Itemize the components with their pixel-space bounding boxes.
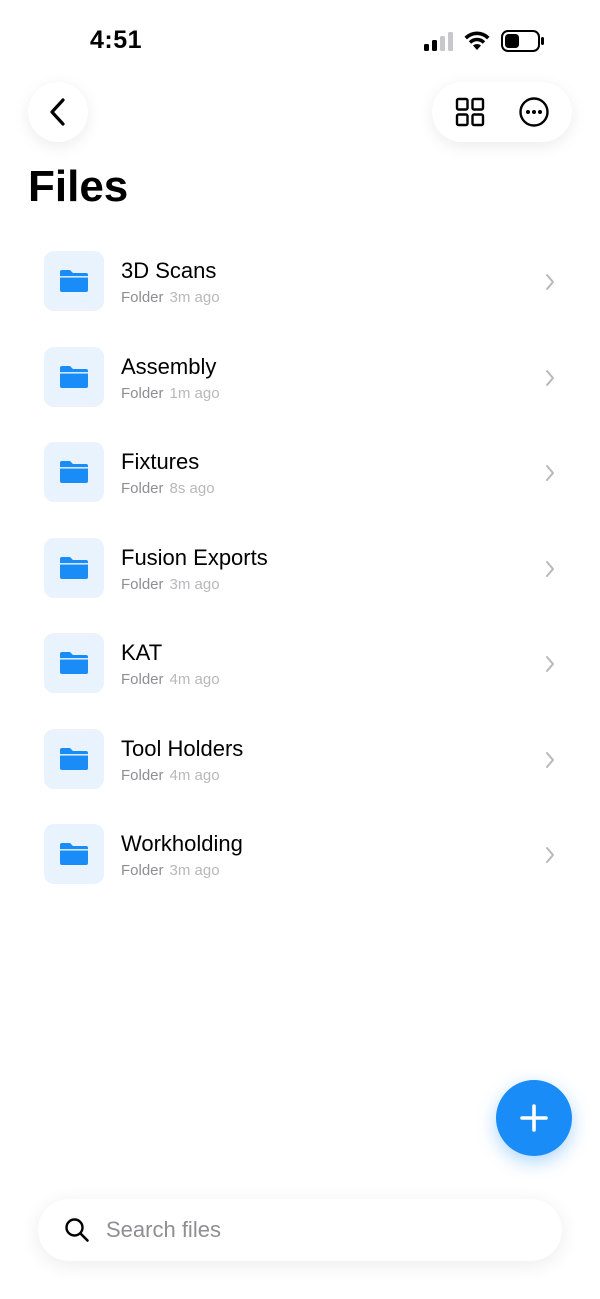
status-indicators xyxy=(424,30,545,52)
file-meta: Folder 3m ago xyxy=(121,289,220,306)
list-item[interactable]: 3D Scans Folder 3m ago xyxy=(0,234,600,330)
file-modified: 3m ago xyxy=(169,289,220,306)
file-meta: Folder 8s ago xyxy=(121,480,215,497)
search-input[interactable] xyxy=(104,1216,508,1244)
plus-icon xyxy=(520,1104,548,1132)
folder-icon xyxy=(60,652,88,674)
file-name: Workholding xyxy=(121,831,243,856)
file-modified: 3m ago xyxy=(169,862,220,879)
file-modified: 3m ago xyxy=(169,575,220,593)
status-time: 4:51 xyxy=(90,26,143,54)
file-modified: 1m ago xyxy=(169,384,220,402)
page-title: Files xyxy=(28,162,129,211)
file-kind: Folder xyxy=(121,671,164,688)
file-list: 3D Scans Folder 3m ago Assembly Folder 1m … xyxy=(0,234,600,903)
more-options-button[interactable] xyxy=(510,88,558,136)
file-name: Fusion Exports xyxy=(121,544,268,570)
folder-icon-tile xyxy=(44,442,104,502)
folder-icon xyxy=(60,461,88,483)
file-kind: Folder xyxy=(121,289,164,306)
back-button[interactable] xyxy=(28,82,88,142)
chevron-right-icon xyxy=(546,274,554,290)
grid-view-button[interactable] xyxy=(446,88,494,136)
file-kind: Folder xyxy=(121,862,164,879)
list-item[interactable]: Fixtures Folder 8s ago xyxy=(0,425,600,521)
grid-view-icon xyxy=(455,97,485,127)
file-name: 3D Scans xyxy=(121,258,217,283)
file-name: Tool Holders xyxy=(121,735,244,761)
folder-icon-tile xyxy=(44,537,104,598)
folder-icon xyxy=(60,270,88,292)
chevron-left-icon xyxy=(50,98,65,126)
list-item[interactable]: KAT Folder 4m ago xyxy=(0,616,600,712)
list-item[interactable]: Fusion Exports Folder 3m ago xyxy=(0,521,600,617)
header-actions xyxy=(432,82,572,142)
list-item[interactable]: Tool Holders Folder 4m ago xyxy=(0,712,600,808)
chevron-right-icon xyxy=(546,369,554,386)
chevron-right-icon xyxy=(546,847,554,863)
more-options-icon xyxy=(519,97,549,127)
search-bar[interactable] xyxy=(38,1199,562,1261)
file-modified: 4m ago xyxy=(169,766,220,784)
file-meta: Folder 1m ago xyxy=(121,385,220,402)
folder-icon xyxy=(60,747,88,770)
folder-icon xyxy=(60,556,88,579)
chevron-right-icon xyxy=(546,751,554,768)
chevron-right-icon xyxy=(546,465,554,481)
folder-icon-tile xyxy=(44,633,104,693)
file-name: KAT xyxy=(121,640,163,665)
file-name: Fixtures xyxy=(121,449,200,474)
folder-icon-tile xyxy=(44,346,104,407)
add-button[interactable] xyxy=(496,1080,572,1156)
file-modified: 4m ago xyxy=(169,671,220,688)
folder-icon xyxy=(60,843,88,865)
list-item[interactable]: Assembly Folder 1m ago xyxy=(0,330,600,426)
file-meta: Folder 3m ago xyxy=(121,862,220,879)
folder-icon xyxy=(60,365,88,388)
folder-icon-tile xyxy=(44,728,104,789)
file-kind: Folder xyxy=(121,766,164,784)
file-modified: 8s ago xyxy=(169,480,215,497)
file-kind: Folder xyxy=(121,575,164,593)
files-screen: 4:51 Files 3D Scans Folder 3m ago Assemb… xyxy=(0,0,600,1299)
list-item[interactable]: Workholding Folder 3m ago xyxy=(0,807,600,903)
folder-icon-tile xyxy=(44,251,104,311)
chevron-right-icon xyxy=(546,656,554,672)
battery-icon xyxy=(501,30,544,52)
file-kind: Folder xyxy=(121,384,164,402)
file-meta: Folder 4m ago xyxy=(121,671,220,688)
wifi-icon xyxy=(464,31,490,50)
file-meta: Folder 4m ago xyxy=(121,767,220,784)
chevron-right-icon xyxy=(546,560,554,577)
file-kind: Folder xyxy=(121,480,164,497)
folder-icon-tile xyxy=(44,824,104,884)
search-icon xyxy=(65,1218,89,1242)
cellular-signal-icon xyxy=(424,31,453,51)
file-meta: Folder 3m ago xyxy=(121,576,220,593)
file-name: Assembly xyxy=(121,353,217,379)
